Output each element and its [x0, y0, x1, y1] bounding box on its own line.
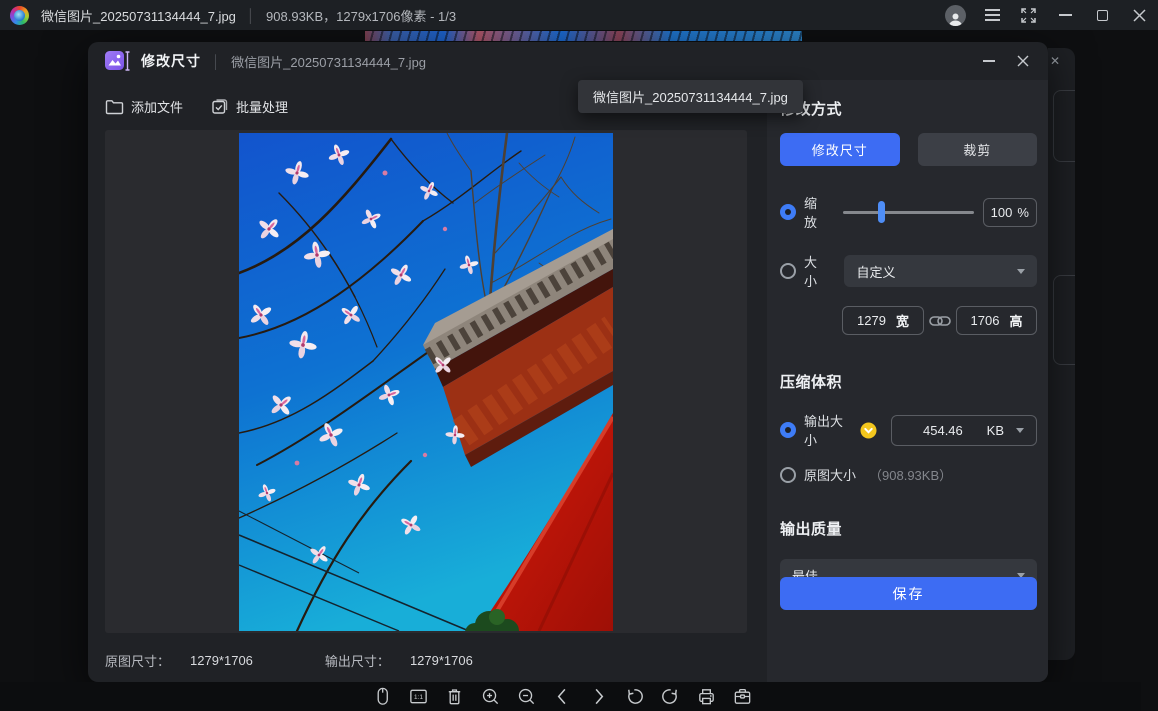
user-avatar[interactable]	[945, 5, 966, 26]
scale-value-input[interactable]: 100 %	[983, 198, 1037, 227]
size-preset-dropdown[interactable]: 自定义	[844, 255, 1037, 287]
output-size-radio[interactable]	[780, 422, 796, 438]
chevron-down-icon	[1016, 428, 1024, 433]
link-dimensions-icon[interactable]	[929, 312, 951, 330]
height-input[interactable]: 1706 高	[956, 306, 1037, 335]
add-files-button[interactable]: 添加文件	[105, 97, 183, 116]
app-window: ✕ 微信图片_20250731134444_7.jpg │ 908.93KB，1…	[0, 0, 1158, 711]
app-logo-icon	[10, 6, 29, 25]
close-button[interactable]	[1130, 6, 1148, 24]
app-titlebar: 微信图片_20250731134444_7.jpg │ 908.93KB，127…	[0, 0, 1158, 30]
dialog-title-separator: │	[212, 54, 220, 69]
original-size-label: 原图尺寸：	[105, 651, 170, 670]
original-size-value: 1279*1706	[190, 653, 253, 668]
ghost-box	[1053, 90, 1075, 162]
output-size-value: 1279*1706	[410, 653, 473, 668]
original-size-radio[interactable]	[780, 467, 796, 483]
resize-dialog-icon	[105, 50, 131, 72]
fullscreen-icon[interactable]	[1019, 6, 1037, 24]
tab-crop[interactable]: 裁剪	[918, 133, 1038, 166]
titlebar-file-meta: 908.93KB，1279x1706像素 - 1/3	[266, 6, 456, 25]
trash-icon[interactable]	[444, 686, 465, 707]
dialog-close-button[interactable]	[1014, 52, 1032, 70]
output-size-input[interactable]: 454.46 KB	[891, 415, 1037, 446]
background-photo-sliver	[365, 31, 802, 41]
tab-resize[interactable]: 修改尺寸	[780, 133, 900, 166]
dialog-filename: 微信图片_20250731134444_7.jpg	[231, 52, 426, 71]
output-size-label: 输出尺寸：	[325, 651, 390, 670]
settings-panel: 修改方式 修改尺寸 裁剪 缩放 100 % 大小	[767, 80, 1048, 682]
zoom-in-icon[interactable]	[480, 686, 501, 707]
scale-unit: %	[1017, 205, 1029, 220]
height-value: 1706	[971, 313, 1000, 328]
toolbox-icon[interactable]	[732, 686, 753, 707]
rotate-ccw-icon[interactable]	[624, 686, 645, 707]
size-radio[interactable]	[780, 263, 796, 279]
print-icon[interactable]	[696, 686, 717, 707]
titlebar-filename: 微信图片_20250731134444_7.jpg	[41, 6, 236, 25]
preview-image	[239, 133, 613, 631]
close-icon: ✕	[1050, 54, 1060, 68]
maximize-button[interactable]	[1093, 6, 1111, 24]
save-button[interactable]: 保存	[780, 577, 1037, 610]
slider-track	[843, 211, 974, 214]
scale-slider[interactable]	[843, 201, 974, 223]
vip-badge-icon	[860, 422, 877, 439]
dialog-titlebar: 修改尺寸 │ 微信图片_20250731134444_7.jpg	[88, 42, 1048, 80]
width-value: 1279	[857, 313, 886, 328]
previous-image-icon[interactable]	[552, 686, 573, 707]
rotate-cw-icon[interactable]	[660, 686, 681, 707]
titlebar-separator: │	[247, 8, 255, 23]
mouse-icon[interactable]	[372, 686, 393, 707]
viewer-toolbar: 1:1	[0, 682, 1141, 711]
minimize-button[interactable]	[1056, 6, 1074, 24]
batch-process-label: 批量处理	[236, 97, 288, 116]
dialog-title: 修改尺寸	[141, 51, 201, 71]
resize-dialog: 修改尺寸 │ 微信图片_20250731134444_7.jpg 添加文件	[88, 42, 1048, 682]
height-suffix: 高	[1009, 311, 1022, 330]
filename-tooltip: 微信图片_20250731134444_7.jpg	[578, 80, 803, 113]
original-size-option-label: 原图大小	[804, 465, 856, 484]
batch-check-icon	[211, 97, 229, 115]
scale-radio[interactable]	[780, 204, 796, 220]
slider-handle[interactable]	[878, 201, 885, 223]
chevron-down-icon	[1017, 269, 1025, 274]
add-files-label: 添加文件	[131, 97, 183, 116]
preview-area	[105, 130, 747, 633]
size-preset-value: 自定义	[856, 262, 895, 281]
zoom-out-icon[interactable]	[516, 686, 537, 707]
menu-icon[interactable]	[985, 9, 1000, 21]
output-size-input-value: 454.46	[904, 423, 982, 438]
size-label: 大小	[804, 252, 829, 290]
batch-process-button[interactable]: 批量处理	[211, 97, 288, 116]
compress-section-title: 压缩体积	[780, 371, 1037, 392]
mode-section-title: 修改方式	[780, 98, 1037, 119]
output-size-unit: KB	[987, 423, 1004, 438]
dialog-minimize-button[interactable]	[980, 52, 998, 70]
folder-icon	[105, 98, 124, 115]
ghost-box	[1053, 275, 1075, 365]
scale-label: 缩放	[804, 193, 829, 231]
width-input[interactable]: 1279 宽	[842, 306, 924, 335]
width-suffix: 宽	[896, 311, 909, 330]
svg-text:1:1: 1:1	[413, 694, 423, 701]
background-dialog-edge: ✕	[1048, 48, 1075, 660]
ratio-1-1-icon[interactable]: 1:1	[408, 686, 429, 707]
scale-value: 100	[991, 205, 1013, 220]
quality-section-title: 输出质量	[780, 518, 1037, 539]
output-size-option-label: 输出大小	[804, 411, 853, 449]
next-image-icon[interactable]	[588, 686, 609, 707]
original-size-note: （908.93KB）	[869, 465, 952, 484]
